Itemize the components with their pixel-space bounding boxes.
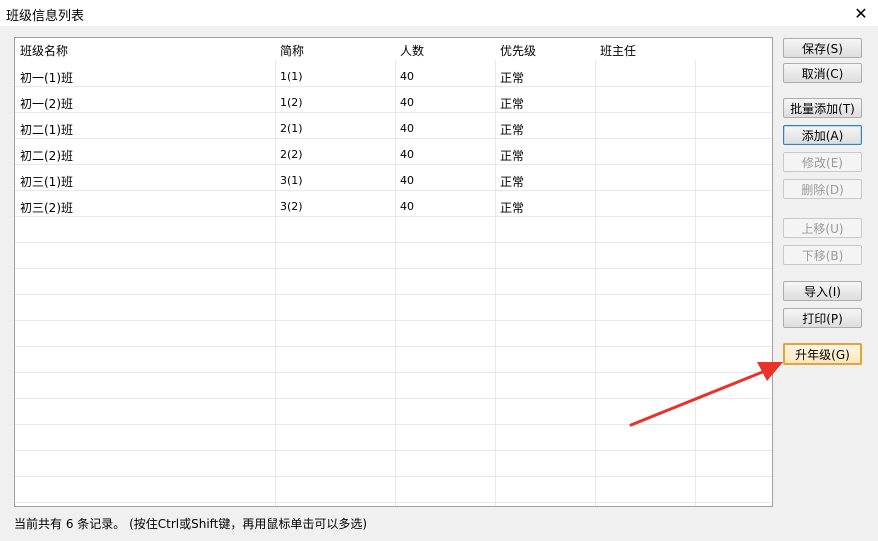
annotation-arrow-icon <box>629 362 783 427</box>
class-info-dialog: 班级信息列表 ✕ 班级名称 简称 人数 优先级 班主任 初一(1)班 1(1) … <box>0 0 878 541</box>
